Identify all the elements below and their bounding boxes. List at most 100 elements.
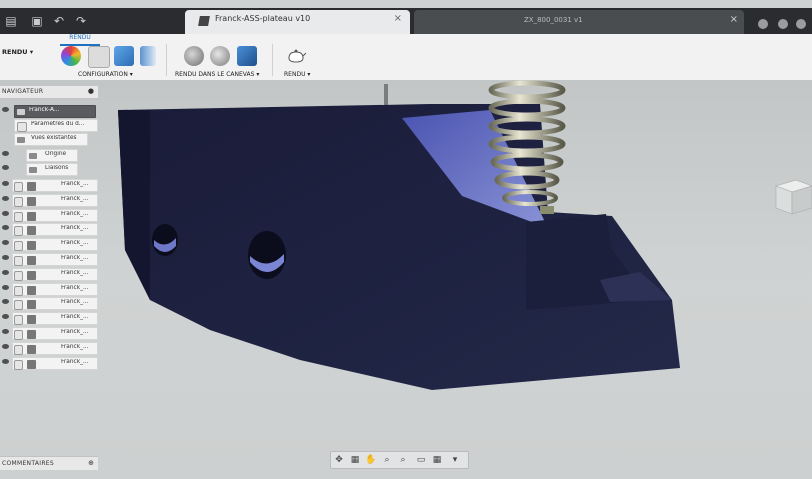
link-icon (14, 330, 23, 340)
fusion-app: ▤ ▣ ↶ ↷ Franck-ASS-plateau v10 × ZX_800_… (0, 0, 812, 479)
account-icon[interactable] (778, 19, 788, 29)
browser-component-row[interactable]: Franck_... (0, 178, 100, 192)
canvas-viewport[interactable] (0, 80, 812, 479)
browser-component-row[interactable]: Franck_... (0, 267, 100, 281)
capture-image-icon[interactable] (237, 46, 257, 66)
visibility-eye-icon[interactable] (2, 284, 9, 290)
collapse-icon[interactable]: ● (88, 87, 94, 95)
browser-component-row[interactable]: Franck_... (0, 193, 100, 207)
component-icon (27, 270, 36, 280)
visibility-eye-icon[interactable] (2, 151, 9, 156)
group-label-configuration[interactable]: CONFIGURATION ▾ (78, 71, 133, 78)
visibility-eye-icon[interactable] (2, 329, 9, 334)
component-icon (27, 241, 36, 251)
tab-close-icon[interactable]: × (394, 13, 402, 24)
tab-document-inactive[interactable]: ZX_800_0031 v1 × (414, 10, 744, 34)
component-icon (27, 359, 36, 369)
browser-component-row[interactable]: Franck_... (0, 237, 100, 252)
browser-root[interactable]: Franck-A... (0, 104, 100, 118)
group-label-in-canvas[interactable]: RENDU DANS LE CANEVAS ▾ (175, 71, 259, 78)
tab-rendu[interactable]: RENDU (60, 34, 100, 46)
file-icon[interactable]: ▤ (4, 14, 18, 28)
component-icon (27, 226, 36, 236)
browser-item-named-views[interactable]: Vues existantes (0, 132, 100, 146)
comments-panel[interactable]: COMMENTAIRES ⊕ (0, 456, 98, 470)
display-settings-icon[interactable]: ▭ (415, 454, 427, 466)
grid-settings-icon[interactable]: ▦ (431, 454, 443, 466)
block-side-face (118, 110, 150, 300)
appearance-icon[interactable] (61, 46, 81, 66)
in-canvas-render-icon[interactable] (184, 46, 204, 66)
browser-panel: NAVIGATEUR ● Franck-A... Paramètres du d… (0, 86, 100, 370)
group-label-rendu[interactable]: RENDU ▾ (284, 71, 310, 78)
visibility-eye-icon[interactable] (2, 343, 9, 349)
browser-component-row[interactable]: Franck_... (0, 356, 100, 370)
component-icon (27, 211, 36, 221)
browser-header[interactable]: NAVIGATEUR ● (0, 86, 98, 99)
tab-title: ZX_800_0031 v1 (524, 16, 583, 24)
help-icon[interactable] (796, 19, 806, 29)
browser-component-row[interactable]: Franck_... (0, 282, 100, 296)
visibility-eye-icon[interactable] (2, 314, 9, 320)
viewcube[interactable] (770, 176, 812, 216)
component-icon (27, 285, 36, 295)
expand-icon[interactable]: ⊕ (88, 459, 94, 467)
visibility-eye-icon[interactable] (2, 299, 9, 305)
link-icon (14, 315, 23, 326)
browser-component-row[interactable]: Franck_... (0, 311, 100, 326)
group-divider (272, 44, 273, 76)
browser-component-row[interactable]: Franck_... (0, 341, 100, 355)
viewports-icon[interactable]: ▾ (449, 454, 461, 466)
visibility-eye-icon[interactable] (2, 181, 9, 186)
fit-icon[interactable]: ⌕ (397, 454, 409, 466)
decal-icon[interactable] (140, 46, 156, 66)
save-icon[interactable]: ▣ (30, 14, 44, 28)
pan-hand-icon[interactable]: ✋ (365, 454, 377, 466)
browser-item-origin[interactable]: Origine (0, 148, 100, 162)
visibility-eye-icon[interactable] (2, 195, 9, 201)
settings-gear-icon (17, 122, 27, 132)
component-icon (27, 196, 36, 206)
visibility-eye-icon[interactable] (2, 240, 9, 246)
browser-item-document-settings[interactable]: Paramètres du d... (0, 118, 100, 132)
3d-model[interactable] (0, 80, 812, 479)
browser-component-row[interactable]: Franck_... (0, 208, 100, 222)
look-at-icon[interactable]: ▦ (349, 454, 361, 466)
tab-document-active[interactable]: Franck-ASS-plateau v10 × (185, 10, 410, 34)
browser-item-joints[interactable]: Liaisons (0, 162, 100, 176)
component-label: Franck_... (61, 240, 89, 247)
expand-arrow[interactable] (2, 135, 9, 140)
tab-close-icon[interactable]: × (730, 14, 738, 25)
browser-component-row[interactable]: Franck_... (0, 296, 100, 311)
visibility-eye-icon[interactable] (2, 165, 9, 170)
render-settings-icon[interactable] (210, 46, 230, 66)
component-icon (27, 315, 36, 325)
link-icon (14, 300, 23, 311)
visibility-eye-icon[interactable] (2, 255, 9, 260)
visibility-eye-icon[interactable] (2, 225, 9, 231)
component-icon (27, 300, 36, 310)
orbit-icon[interactable]: ✥ (333, 454, 345, 466)
component-label: Franck_... (61, 329, 89, 335)
texture-map-icon[interactable] (114, 46, 134, 66)
render-teapot-icon[interactable] (286, 46, 307, 66)
scene-settings-icon[interactable] (88, 46, 110, 68)
undo-icon[interactable]: ↶ (52, 14, 66, 28)
expand-arrow[interactable] (2, 121, 9, 126)
redo-icon[interactable]: ↷ (74, 14, 88, 28)
browser-component-row[interactable]: Franck_... (0, 222, 100, 237)
add-tab-icon[interactable] (758, 19, 768, 29)
zoom-icon[interactable]: ⌕ (381, 454, 393, 466)
browser-component-row[interactable]: Franck_... (0, 326, 100, 340)
document-cube-icon (198, 16, 210, 26)
folder-icon (29, 167, 37, 173)
visibility-eye-icon[interactable] (2, 107, 9, 112)
workspace-switcher[interactable]: RENDU ▾ (2, 48, 33, 56)
visibility-eye-icon[interactable] (2, 358, 9, 364)
visibility-eye-icon[interactable] (2, 269, 9, 275)
link-icon (14, 226, 23, 237)
comments-title: COMMENTAIRES (2, 460, 54, 467)
browser-component-row[interactable]: Franck_... (0, 252, 100, 266)
component-label: Franck_... (61, 314, 89, 321)
visibility-eye-icon[interactable] (2, 210, 9, 216)
